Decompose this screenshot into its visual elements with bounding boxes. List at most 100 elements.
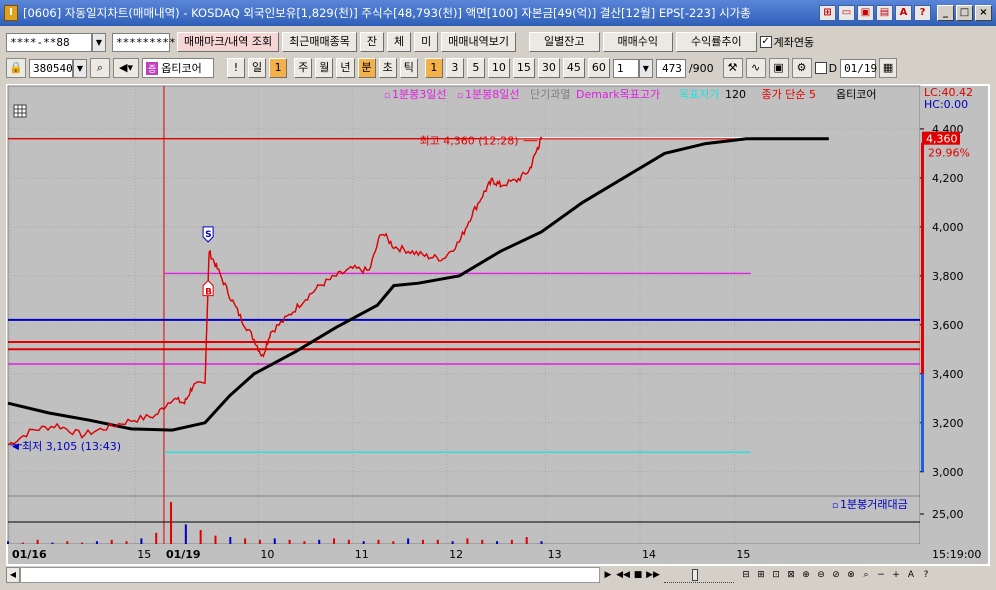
period-day-count[interactable]: 1: [269, 58, 288, 78]
volume-bar: [95, 541, 98, 544]
grid-toggle-icon[interactable]: [13, 104, 27, 118]
search-icon[interactable]: ⌕: [90, 58, 110, 78]
interval-3[interactable]: 3: [445, 58, 464, 78]
tool-icon-1[interactable]: ⊟: [739, 567, 753, 583]
interval-1[interactable]: 1: [424, 58, 443, 78]
window-icon[interactable]: ▣: [857, 5, 874, 21]
date-input[interactable]: 01/19: [840, 58, 877, 78]
indicator-icon[interactable]: ∿: [745, 58, 766, 78]
play-button[interactable]: ▶: [601, 567, 615, 583]
multiplier-dropdown-icon[interactable]: ▼: [638, 58, 653, 78]
scroll-left-button[interactable]: ◀: [6, 567, 20, 583]
period-tick[interactable]: 틱: [399, 58, 418, 78]
settings-icon[interactable]: ⚙: [791, 58, 812, 78]
count-input[interactable]: 473: [655, 58, 686, 78]
interval-10[interactable]: 10: [487, 58, 510, 78]
x-tick-label: 12: [449, 548, 463, 561]
chart-canvas[interactable]: 4,4004,2004,0003,8003,6003,4003,2003,000…: [6, 84, 990, 566]
interval-15[interactable]: 15: [512, 58, 535, 78]
x-axis-end-label: 15:19:00: [932, 548, 981, 561]
period-day[interactable]: 일: [248, 58, 267, 78]
save-icon[interactable]: ▣: [768, 58, 789, 78]
volume-bar: [7, 541, 9, 544]
legend-item: 1분봉8일선: [465, 87, 519, 101]
stock-name-field[interactable]: 증 옵티코어: [142, 58, 214, 78]
recent-items-button[interactable]: 최근매매종목: [282, 32, 357, 52]
tool-icon-8[interactable]: ⊗: [844, 567, 858, 583]
tool-icon-5[interactable]: ⊕: [799, 567, 813, 583]
unexecuted-button[interactable]: 미: [414, 32, 439, 52]
legend-item: 120: [725, 88, 746, 101]
checkbox-unchecked-icon[interactable]: [814, 62, 827, 74]
close-button[interactable]: ×: [975, 5, 992, 21]
password-field[interactable]: *********: [112, 32, 176, 52]
tool-icon-4[interactable]: ⊠: [784, 567, 798, 583]
daily-balance-button[interactable]: 일별잔고: [529, 32, 600, 52]
stop-button[interactable]: ■: [631, 567, 645, 583]
tool-icon-2[interactable]: ⊞: [754, 567, 768, 583]
d-checkbox[interactable]: D: [814, 61, 838, 75]
buy-marker-label: B: [205, 288, 212, 298]
minimize-button[interactable]: _: [937, 5, 954, 21]
tool-icon-7[interactable]: ⊘: [829, 567, 843, 583]
return-trend-button[interactable]: 수익률추이: [675, 32, 757, 52]
interval-45[interactable]: 45: [562, 58, 585, 78]
volume-bar: [273, 538, 276, 544]
volume-bar: [377, 539, 380, 544]
d-checkbox-label: D: [828, 61, 838, 75]
lock-icon[interactable]: 🔒: [6, 58, 26, 78]
interval-60[interactable]: 60: [587, 58, 610, 78]
interval-30[interactable]: 30: [537, 58, 560, 78]
calendar-icon[interactable]: ▦: [879, 58, 898, 78]
speaker-icon[interactable]: ◀▾: [113, 58, 139, 78]
zoom-in-icon[interactable]: +: [889, 567, 903, 583]
alert-button[interactable]: !: [227, 58, 245, 78]
balance-button[interactable]: 잔: [359, 32, 385, 52]
period-year[interactable]: 년: [336, 58, 355, 78]
window-title: [0606] 자동일지차트(매매내역) - KOSDAQ 외국인보유[1,829…: [23, 6, 751, 20]
account-select[interactable]: ****-**88: [6, 32, 92, 52]
maximize-button[interactable]: □: [956, 5, 973, 21]
multiplier-select[interactable]: 1: [612, 58, 639, 78]
print-icon[interactable]: ▤: [876, 5, 893, 21]
volume-bar: [288, 539, 291, 544]
zoom-slider-thumb[interactable]: [692, 569, 698, 581]
fast-forward-button[interactable]: ▶▶: [646, 567, 660, 583]
font-size-icon[interactable]: A: [904, 567, 918, 583]
tools-icon[interactable]: ⚒: [722, 58, 743, 78]
tool-icon-6[interactable]: ⊖: [814, 567, 828, 583]
x-tick-label: 01/16: [12, 548, 47, 561]
chart-area[interactable]: 4,400 4,200 4,000 3,800 3,600 3,400 3,200 3,000…: [6, 84, 990, 566]
trade-profit-button[interactable]: 매매수익: [602, 32, 673, 52]
period-week[interactable]: 주: [294, 58, 313, 78]
period-minute[interactable]: 분: [357, 58, 376, 78]
zoom-slider[interactable]: [664, 567, 734, 583]
trade-mark-button[interactable]: 매매마크/내역 조회: [177, 32, 280, 52]
stock-code-dropdown-icon[interactable]: ▼: [73, 58, 87, 78]
x-tick-label: 15: [736, 548, 750, 561]
tool-icon-3[interactable]: ⊡: [769, 567, 783, 583]
font-icon[interactable]: A: [895, 5, 912, 21]
volume-bar: [303, 541, 306, 544]
zoom-out-icon[interactable]: −: [874, 567, 888, 583]
link-icon[interactable]: ⊞: [819, 5, 836, 21]
scroll-track[interactable]: [20, 567, 600, 583]
magnifier-icon[interactable]: ⌕: [859, 567, 873, 583]
checkbox-checked-icon[interactable]: ✓: [759, 36, 772, 48]
period-second[interactable]: 초: [378, 58, 397, 78]
help-question-icon[interactable]: ?: [919, 567, 933, 583]
legend-item: 목표저가: [679, 88, 719, 101]
help-icon[interactable]: ?: [914, 5, 931, 21]
x-tick-label: 01/19: [166, 548, 201, 561]
trade-history-button[interactable]: 매매내역보기: [441, 32, 517, 52]
layout-icon[interactable]: ▭: [838, 5, 855, 21]
volume-bar: [436, 539, 439, 544]
account-dropdown-icon[interactable]: ▼: [92, 32, 106, 52]
interval-5[interactable]: 5: [466, 58, 485, 78]
period-month[interactable]: 월: [315, 58, 334, 78]
rewind-button[interactable]: ◀◀: [616, 567, 630, 583]
stock-code-input[interactable]: 380540: [29, 58, 73, 78]
account-link-checkbox[interactable]: ✓ 계좌연동: [759, 34, 814, 50]
volume-bar: [229, 537, 232, 544]
executed-button[interactable]: 체: [387, 32, 412, 52]
